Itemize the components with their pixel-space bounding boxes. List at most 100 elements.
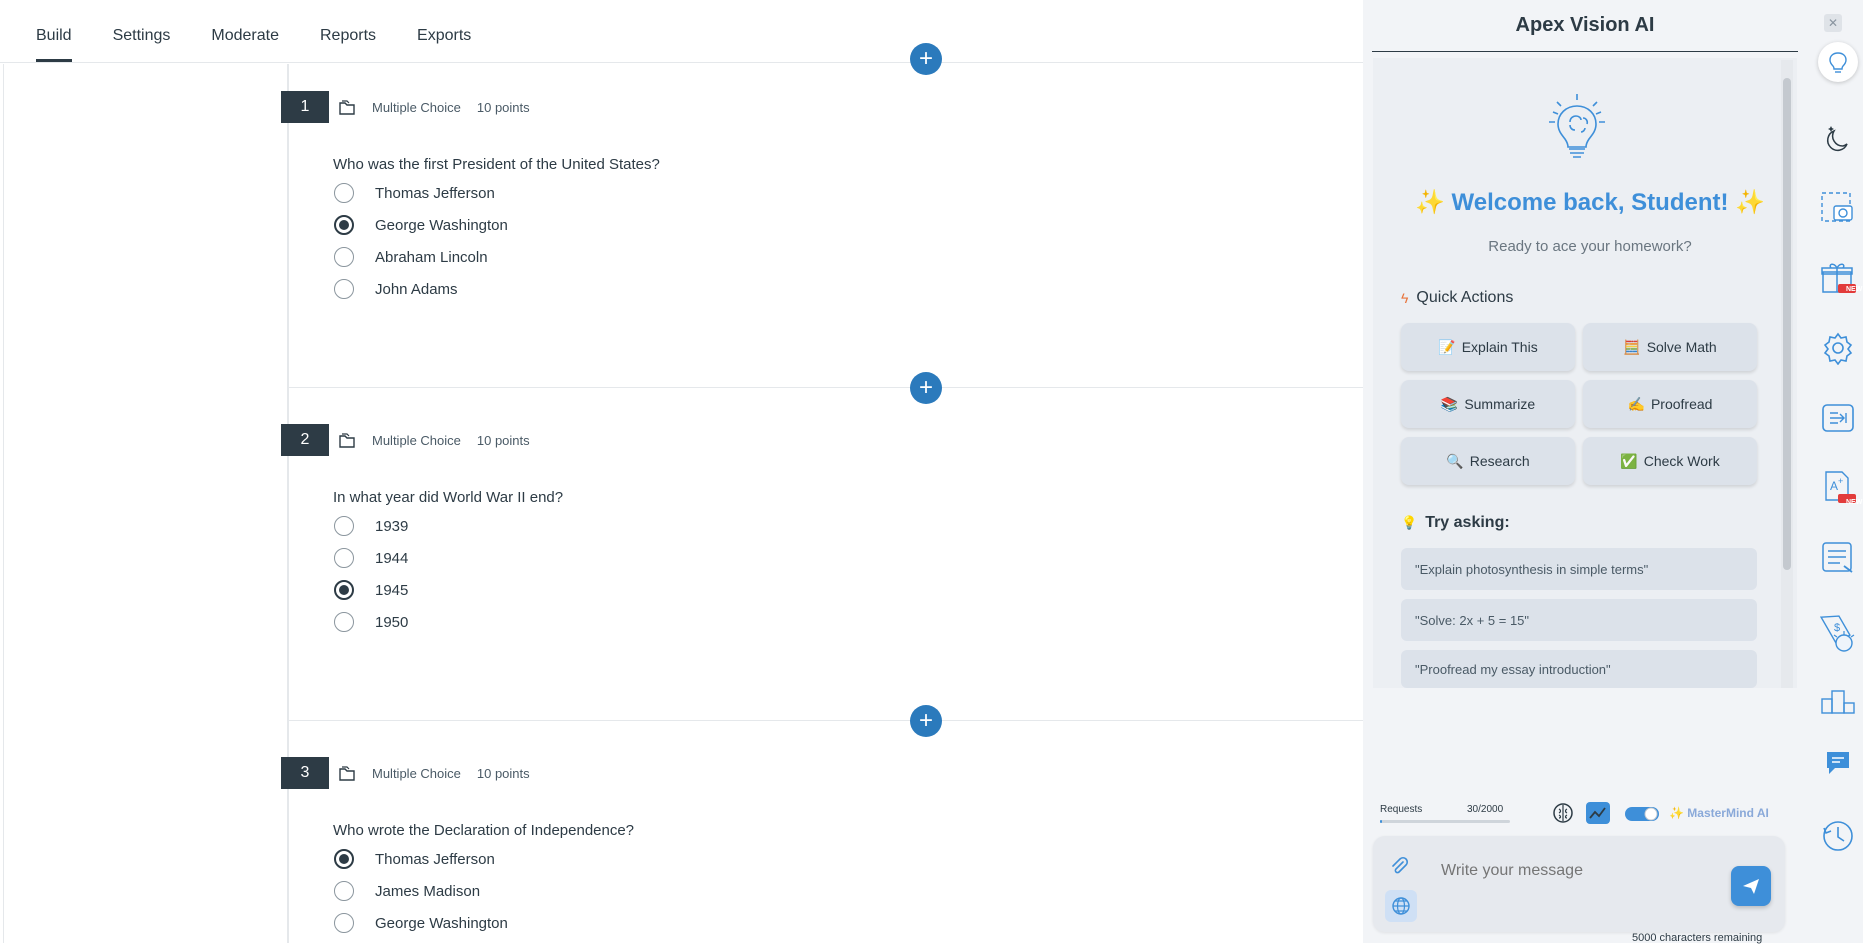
add-question-button[interactable]: + [910, 705, 942, 737]
answer-option[interactable]: George Washington [334, 907, 1341, 939]
close-icon[interactable]: ✕ [1824, 14, 1842, 32]
requests-label: Requests [1380, 804, 1423, 815]
question-card: 1 Multiple Choice 10 points Who was the … [281, 91, 1341, 305]
radio-button[interactable] [334, 913, 354, 933]
answer-label: 1950 [375, 613, 409, 631]
gear-icon[interactable] [1818, 328, 1858, 368]
answer-option[interactable]: George Washington [334, 209, 1341, 241]
left-gutter [0, 64, 4, 943]
welcome-subtitle: Ready to ace your homework? [1488, 238, 1692, 255]
paperclip-icon[interactable] [1389, 856, 1409, 876]
writing-hand-icon: ✍️ [1627, 395, 1645, 412]
podium-icon[interactable] [1818, 680, 1858, 720]
svg-text:$: $ [1834, 622, 1840, 634]
radio-button[interactable] [334, 881, 354, 901]
answer-option[interactable]: Thomas Jefferson [334, 177, 1341, 209]
answer-option[interactable]: 1945 [334, 574, 1341, 606]
lightbulb-brain-icon[interactable] [1818, 42, 1858, 82]
answer-label: George Washington [375, 216, 508, 234]
quick-actions-label: Quick Actions [1416, 289, 1514, 306]
brain-icon[interactable] [1551, 801, 1575, 825]
screenshot-icon[interactable] [1818, 188, 1858, 228]
grade-icon[interactable]: A + NEW [1818, 468, 1862, 508]
tab-moderate[interactable]: Moderate [211, 27, 279, 62]
requests-progress-fill [1380, 820, 1382, 823]
scrollbar-thumb[interactable] [1783, 78, 1791, 570]
question-header: 2 Multiple Choice 10 points [281, 424, 1341, 456]
moon-stars-icon[interactable] [1818, 117, 1858, 157]
chat-icon[interactable] [1818, 743, 1858, 783]
panel-title: Apex Vision AI [1372, 0, 1798, 52]
pricetag-brain-icon[interactable]: $ [1818, 611, 1858, 652]
question-points: 10 points [476, 432, 530, 448]
answer-option[interactable]: 1939 [334, 510, 1341, 542]
radio-button[interactable] [334, 548, 354, 568]
answer-option[interactable]: Thomas Jefferson [334, 843, 1341, 875]
solve-math-button[interactable]: 🧮 Solve Math [1583, 323, 1757, 371]
question-number: 2 [281, 424, 329, 456]
radio-button-selected[interactable] [334, 849, 354, 869]
research-button[interactable]: 🔍 Research [1401, 437, 1575, 485]
proofread-button[interactable]: ✍️ Proofread [1583, 380, 1757, 428]
radio-button-selected[interactable] [334, 215, 354, 235]
answer-option[interactable]: 1950 [334, 606, 1341, 638]
answer-list: Thomas Jefferson James Madison George Wa… [281, 843, 1341, 939]
radio-button[interactable] [334, 612, 354, 632]
sidebar-collapse-icon[interactable] [1818, 398, 1858, 438]
button-label: Solve Math [1646, 339, 1717, 355]
characters-remaining: 5000 characters remaining [1632, 932, 1763, 944]
message-input[interactable] [1441, 862, 1701, 880]
divider [289, 720, 1363, 721]
answer-label: George Washington [375, 914, 508, 932]
question-bank-icon[interactable] [338, 431, 356, 449]
answer-option[interactable]: John Adams [334, 273, 1341, 305]
question-header: 1 Multiple Choice 10 points [281, 91, 1341, 123]
mode-toggle[interactable] [1625, 806, 1659, 822]
radio-button[interactable] [334, 247, 354, 267]
mastermind-label[interactable]: ✨ MasterMind AI [1669, 806, 1769, 820]
question-type: Multiple Choice [372, 432, 461, 448]
radio-button[interactable] [334, 516, 354, 536]
answer-label: Thomas Jefferson [375, 850, 495, 868]
answer-option[interactable]: 1944 [334, 542, 1341, 574]
question-card: 3 Multiple Choice 10 points Who wrote th… [281, 757, 1341, 939]
chart-icon[interactable] [1585, 801, 1611, 825]
svg-text:+: + [1838, 476, 1843, 486]
tab-reports[interactable]: Reports [320, 27, 376, 62]
explain-this-button[interactable]: 📝 Explain This [1401, 323, 1575, 371]
check-work-button[interactable]: ✅ Check Work [1583, 437, 1757, 485]
send-icon [1743, 879, 1759, 894]
course-tabs: Build Settings Moderate Reports Exports [0, 0, 1363, 63]
suggestion-item[interactable]: "Explain photosynthesis in simple terms" [1401, 548, 1757, 590]
radio-button[interactable] [334, 183, 354, 203]
button-label: Explain This [1461, 339, 1538, 355]
abacus-icon: 🧮 [1623, 338, 1641, 355]
gift-icon[interactable]: NEW [1818, 258, 1862, 298]
suggestion-item[interactable]: "Solve: 2x + 5 = 15" [1401, 599, 1757, 641]
document-lines-icon[interactable] [1818, 538, 1858, 578]
answer-option[interactable]: James Madison [334, 875, 1341, 907]
history-clock-icon[interactable] [1818, 816, 1858, 856]
radio-button[interactable] [334, 279, 354, 299]
lightbulb-icon: 💡 [1401, 515, 1418, 530]
tab-exports[interactable]: Exports [417, 27, 471, 62]
radio-button-selected[interactable] [334, 580, 354, 600]
add-question-button[interactable]: + [910, 372, 942, 404]
tab-build[interactable]: Build [36, 27, 72, 62]
tab-settings[interactable]: Settings [113, 27, 171, 62]
web-search-button[interactable] [1385, 890, 1417, 922]
send-button[interactable] [1731, 866, 1771, 906]
question-number: 3 [281, 757, 329, 789]
answer-label: 1945 [375, 581, 409, 599]
memo-icon: 📝 [1438, 338, 1456, 355]
question-points: 10 points [476, 765, 530, 781]
add-question-button[interactable]: + [910, 43, 942, 75]
answer-option[interactable]: Abraham Lincoln [334, 241, 1341, 273]
question-bank-icon[interactable] [338, 764, 356, 782]
question-bank-icon[interactable] [338, 98, 356, 116]
answer-label: 1939 [375, 517, 409, 535]
quick-actions-heading: ϟ Quick Actions [1401, 289, 1513, 307]
chat-scrollbar[interactable] [1781, 60, 1793, 688]
suggestion-item[interactable]: "Proofread my essay introduction" [1401, 650, 1757, 688]
summarize-button[interactable]: 📚 Summarize [1401, 380, 1575, 428]
